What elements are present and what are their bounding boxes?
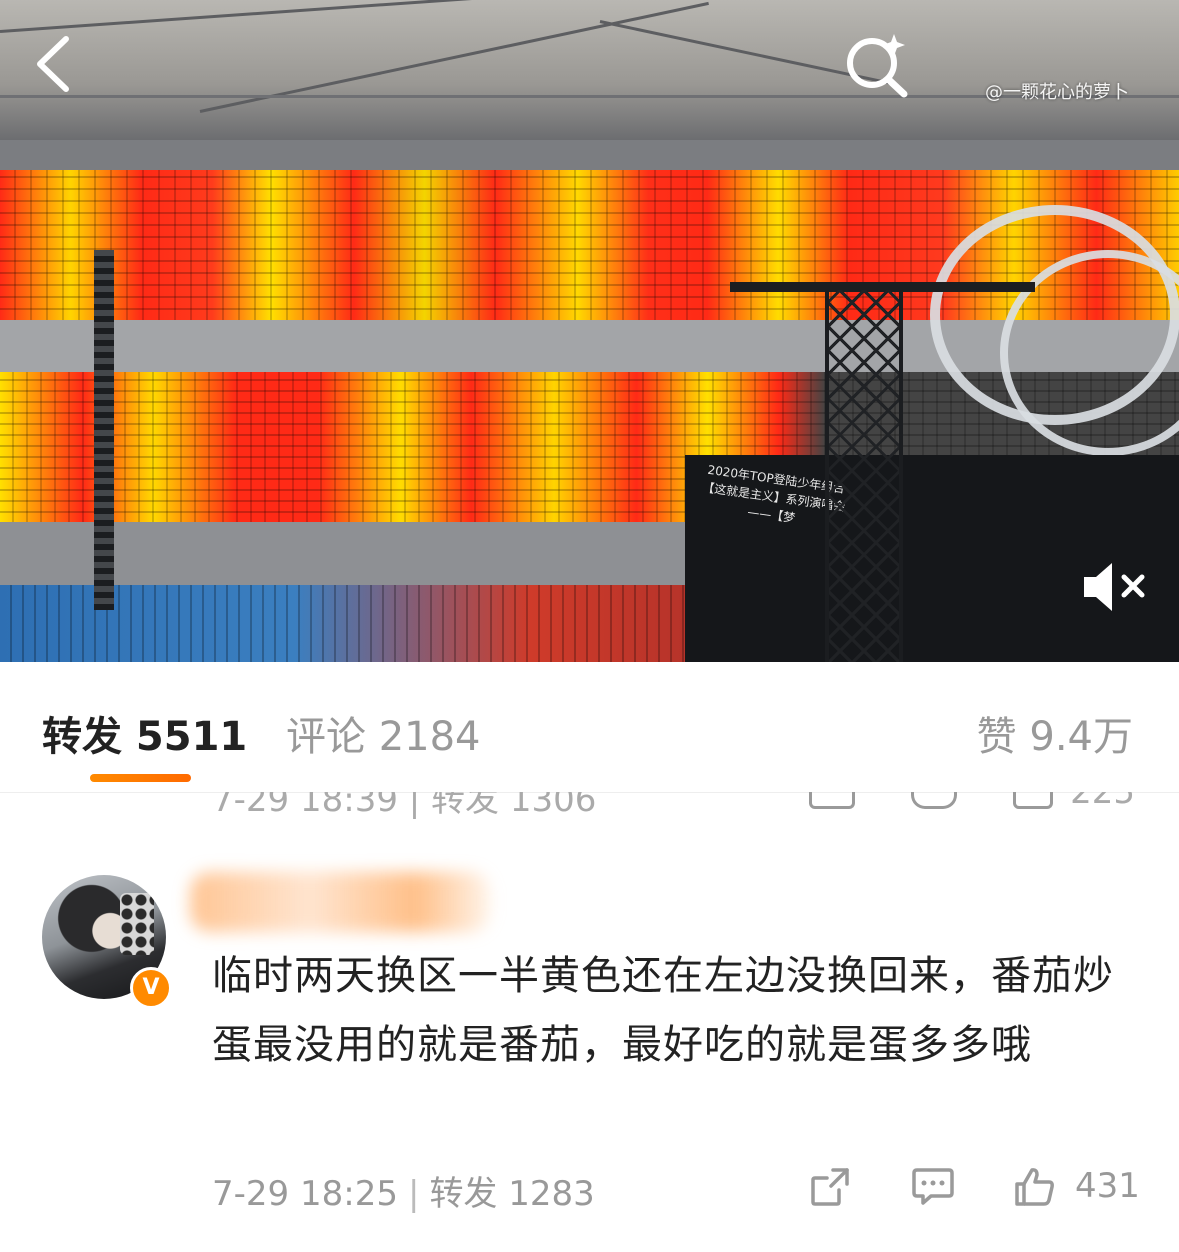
upper-concourse <box>0 140 1179 170</box>
verified-badge: V <box>130 967 172 1009</box>
prev-item-like-count: 225 <box>1070 792 1135 812</box>
active-tab-indicator <box>90 774 191 782</box>
username[interactable] <box>190 872 490 932</box>
comment-icon[interactable] <box>911 1166 955 1208</box>
back-icon[interactable] <box>32 34 76 94</box>
tab-like[interactable]: 赞 9.4万 <box>977 704 1133 762</box>
tab-comment[interactable]: 评论 2184 <box>286 704 481 762</box>
scaffold-tower <box>825 290 903 662</box>
repost-content: 临时两天换区一半黄色还在左边没换回来，番茄炒蛋最没用的就是番茄，最好吃的就是蛋多… <box>212 953 1114 1068</box>
mute-icon[interactable] <box>1080 560 1150 614</box>
share-icon[interactable] <box>809 792 855 809</box>
share-icon[interactable] <box>809 1166 851 1208</box>
like-icon[interactable] <box>1013 792 1053 809</box>
repost-meta: 7-29 18:25 | 转发 1283 <box>212 1166 595 1215</box>
video-watermark: @一颗花心的萝卜 <box>985 82 1129 103</box>
repost-forward-count[interactable]: 转发 1283 <box>429 1174 594 1214</box>
video-player[interactable]: 2020年TOP登陆少年组合 【这就是主义】系列演唱会——【梦 @一颗花心的萝卜 <box>0 0 1179 662</box>
repost-like-count: 431 <box>1075 1166 1140 1206</box>
repost-time: 7-29 18:25 <box>212 1174 398 1214</box>
meta-separator: | <box>407 1174 420 1214</box>
list-item: V 临时两天换区一半黄色还在左边没换回来，番茄炒蛋最没用的就是番茄，最好吃的就是… <box>0 844 1179 1252</box>
list-item: 7-29 18:39 | 转发 1306 225 <box>0 792 1179 845</box>
comment-icon[interactable] <box>911 792 957 809</box>
like-icon[interactable] <box>1013 1166 1057 1208</box>
tab-forward[interactable]: 转发 5511 <box>42 704 247 762</box>
stadium-roof <box>0 0 1179 140</box>
avatar-phone <box>120 893 154 955</box>
search-icon[interactable] <box>842 30 912 100</box>
lighting-pole <box>94 250 114 610</box>
prev-item-meta: 7-29 18:39 | 转发 1306 <box>212 792 597 820</box>
interaction-tabs: 转发 5511 评论 2184 赞 9.4万 <box>0 662 1179 793</box>
